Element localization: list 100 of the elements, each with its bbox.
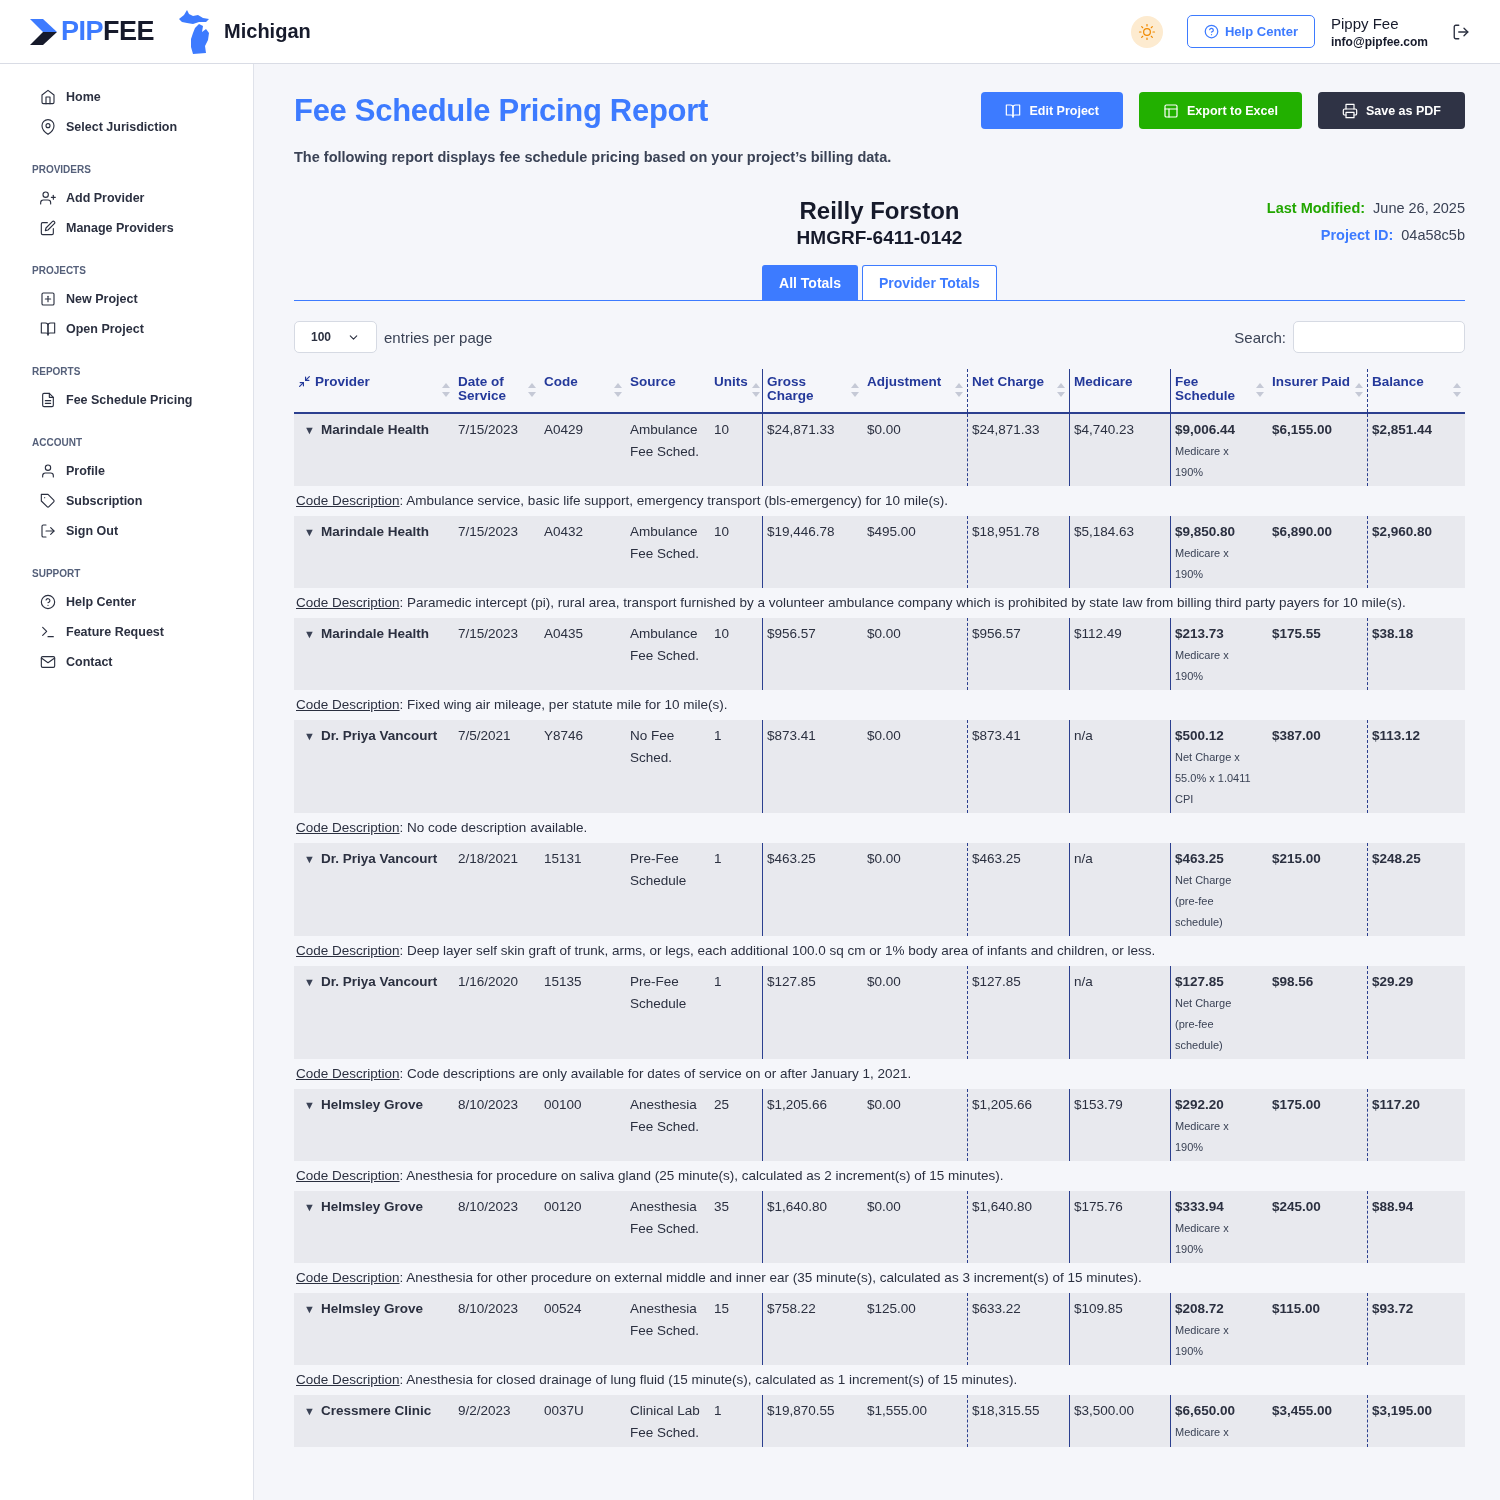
sidebar-item[interactable]: Fee Schedule Pricing <box>32 385 253 415</box>
provider-name: Helmsley Grove <box>320 1300 423 1318</box>
sidebar-item[interactable]: Contact <box>32 647 253 677</box>
expand-toggle[interactable]: ▼ <box>304 521 315 585</box>
table-cell: $112.49 <box>1069 618 1170 690</box>
code-description-link[interactable]: Code Description <box>296 595 400 610</box>
logout-icon <box>1452 22 1470 41</box>
sort-icon[interactable] <box>751 383 760 397</box>
theme-toggle-button[interactable] <box>1131 15 1163 48</box>
table-cell-text: $98.56 <box>1271 973 1315 991</box>
sort-icon[interactable] <box>1057 383 1065 397</box>
fee-amount: $6,650.00 <box>1175 1403 1236 1418</box>
expand-toggle[interactable]: ▼ <box>304 1298 315 1362</box>
expand-toggle[interactable]: ▼ <box>304 1196 315 1260</box>
table-cell-text: Anesthesia Fee Sched. <box>629 1198 701 1238</box>
sort-icon[interactable] <box>1355 383 1363 397</box>
sort-icon[interactable] <box>1256 383 1264 397</box>
help-icon <box>1204 24 1219 39</box>
expand-toggle[interactable]: ▼ <box>304 971 315 1056</box>
user-name: Pippy Fee <box>1330 14 1400 32</box>
entries-select[interactable]: 100 <box>294 321 378 353</box>
column-header[interactable]: Date of Service <box>458 375 524 403</box>
fee-note: Net Charge (pre-fee schedule) <box>1175 996 1233 1053</box>
edit-project-button[interactable]: Edit Project <box>981 92 1123 129</box>
expand-toggle[interactable]: ▼ <box>304 848 315 933</box>
provider-name: Dr. Priya Vancourt <box>320 727 438 745</box>
table-cell-text: $125.00 <box>866 1300 917 1318</box>
column-header[interactable]: Balance <box>1372 375 1449 389</box>
entries-label: entries per page <box>384 328 493 346</box>
fee-note: Net Charge (pre-fee schedule) <box>1175 873 1233 930</box>
sidebar-item[interactable]: Manage Providers <box>32 213 253 243</box>
code-description-link[interactable]: Code Description <box>296 1168 400 1183</box>
table-cell-text: $0.00 <box>866 973 902 991</box>
provider-name: Marindale Health <box>320 523 429 541</box>
column-header[interactable]: Fee Schedule <box>1175 375 1252 403</box>
search-field[interactable] <box>1293 321 1465 353</box>
table-cell-text: 1/16/2020 <box>457 973 520 991</box>
column-header[interactable]: Net Charge <box>972 375 1053 389</box>
provider-name: Helmsley Grove <box>320 1198 423 1216</box>
table-cell: $1,205.66 <box>762 1089 863 1161</box>
code-description-link[interactable]: Code Description <box>296 1066 400 1081</box>
mail-icon <box>40 654 56 670</box>
sort-icon[interactable] <box>528 383 536 397</box>
sidebar-item[interactable]: Sign Out <box>32 516 253 546</box>
table-cell: $956.57 <box>762 618 863 690</box>
sidebar-item[interactable]: Feature Request <box>32 617 253 647</box>
table-cell-text: 10 <box>713 421 731 439</box>
expand-toggle[interactable]: ▼ <box>304 1400 315 1444</box>
sidebar-item[interactable]: Home <box>32 82 253 112</box>
map-pin-icon <box>40 119 56 135</box>
column-header[interactable]: Medicare <box>1074 375 1166 389</box>
code-description-link[interactable]: Code Description <box>296 493 400 508</box>
table-cell-text: $387.00 <box>1271 727 1322 745</box>
table-cell-text: 7/15/2023 <box>457 421 520 439</box>
sort-icon[interactable] <box>851 383 859 397</box>
code-description-link[interactable]: Code Description <box>296 697 400 712</box>
code-description-link[interactable]: Code Description <box>296 1372 400 1387</box>
save-pdf-button[interactable]: Save as PDF <box>1317 92 1465 129</box>
code-description-link[interactable]: Code Description <box>296 1270 400 1285</box>
sort-icon[interactable] <box>1453 383 1461 397</box>
sidebar-item[interactable]: Help Center <box>32 587 253 617</box>
column-header[interactable]: Units <box>714 375 748 389</box>
column-header[interactable]: Insurer Paid <box>1272 375 1351 389</box>
sort-icon[interactable] <box>442 383 450 397</box>
sidebar-item[interactable]: New Project <box>32 284 253 314</box>
sidebar-item[interactable]: Select Jurisdiction <box>32 112 253 142</box>
state-name: Michigan <box>224 20 311 43</box>
column-header[interactable]: Source <box>630 375 706 389</box>
column-header[interactable]: Gross Charge <box>767 375 847 403</box>
sidebar-item[interactable]: Open Project <box>32 314 253 344</box>
expand-toggle[interactable]: ▼ <box>304 1094 315 1158</box>
sort-icon[interactable] <box>955 383 963 397</box>
table-cell-text: 1 <box>713 1402 723 1420</box>
code-description-link[interactable]: Code Description <box>296 820 400 835</box>
code-description-link[interactable]: Code Description <box>296 943 400 958</box>
column-header[interactable]: Code <box>544 375 610 389</box>
column-header[interactable]: Provider <box>315 375 438 389</box>
help-icon <box>40 594 56 610</box>
table-cell: $956.57 <box>967 618 1069 690</box>
column-header[interactable]: Adjustment <box>867 375 951 389</box>
sort-icon[interactable] <box>614 383 622 397</box>
expand-toggle[interactable]: ▼ <box>304 623 315 687</box>
provider-name: Dr. Priya Vancourt <box>320 850 438 868</box>
table-cell-text: A0432 <box>543 523 585 541</box>
fee-amount: $9,850.80 <box>1175 524 1236 539</box>
sidebar-item[interactable]: Profile <box>32 456 253 486</box>
tab[interactable]: All Totals <box>762 265 859 300</box>
table-cell: $873.41 <box>967 720 1069 813</box>
tag-icon <box>40 493 56 509</box>
table-cell-text: A0435 <box>543 625 585 643</box>
table-cell-text: $1,555.00 <box>866 1402 929 1420</box>
sidebar-item[interactable]: Subscription <box>32 486 253 516</box>
code-description: Code Description: Anesthesia for other procedure on external middle and inner ear (35 minute(s), calculated as 3 increment(s) of 15 minutes). <box>295 1269 1143 1287</box>
expand-toggle[interactable]: ▼ <box>304 725 315 810</box>
page-title: Fee Schedule Pricing Report <box>294 92 709 129</box>
expand-toggle[interactable]: ▼ <box>304 419 315 483</box>
tab[interactable]: Provider Totals <box>862 265 997 300</box>
table-cell-text: $6,890.00 <box>1271 523 1334 541</box>
sidebar-item[interactable]: Add Provider <box>32 183 253 213</box>
help-center-button[interactable]: Help Center <box>1187 15 1315 48</box>
